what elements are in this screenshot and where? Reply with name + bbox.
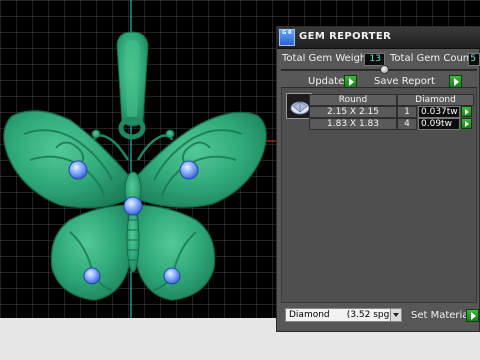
- row-go-icon[interactable]: [461, 106, 472, 117]
- gem-size: 2.15 X 2.15: [309, 106, 397, 118]
- gem-reporter-panel: G R GEM REPORTER Total Gem Weight 13 Tot…: [276, 26, 480, 332]
- slider-thumb[interactable]: [380, 65, 390, 74]
- gem-count: 1: [397, 106, 417, 118]
- total-gem-count-value: 5: [468, 53, 480, 66]
- gem-count: 4: [397, 118, 417, 130]
- slider-track[interactable]: [281, 69, 477, 71]
- gem-upper-left[interactable]: [68, 160, 88, 180]
- total-gem-count-label: Total Gem Count: [390, 53, 474, 64]
- gem-center[interactable]: [123, 196, 143, 216]
- total-gem-weight-value: 13: [364, 53, 385, 66]
- gem-weight: 0.037tw: [418, 106, 460, 118]
- row-go-icon[interactable]: [461, 118, 472, 129]
- chevron-down-icon[interactable]: [390, 309, 401, 321]
- total-gem-weight-label: Total Gem Weight: [282, 53, 371, 64]
- update-button[interactable]: Update: [308, 76, 344, 87]
- material-header: Diamond: [397, 94, 474, 106]
- save-report-button[interactable]: Save Report: [374, 76, 435, 87]
- set-material-button[interactable]: Set Material: [411, 310, 471, 321]
- material-select-value: Diamond (3.52 spg): [289, 310, 393, 320]
- gem-weight: 0.09tw: [418, 118, 460, 130]
- panel-title: GEM REPORTER: [299, 31, 392, 42]
- gem-reporter-logo-icon: G R: [279, 29, 295, 46]
- shape-header: Round: [309, 94, 397, 106]
- material-select[interactable]: Diamond (3.52 spg): [285, 308, 402, 322]
- gem-lower-right[interactable]: [163, 267, 181, 285]
- panel-header[interactable]: G R GEM REPORTER: [277, 27, 480, 49]
- gem-lower-left[interactable]: [83, 267, 101, 285]
- set-material-go-icon[interactable]: [466, 309, 479, 322]
- gem-upper-right[interactable]: [179, 160, 199, 180]
- gem-size: 1.83 X 1.83: [309, 118, 397, 130]
- gem-list: Round Diamond 2.15 X 2.15 1 0.037tw 1.83…: [281, 87, 477, 303]
